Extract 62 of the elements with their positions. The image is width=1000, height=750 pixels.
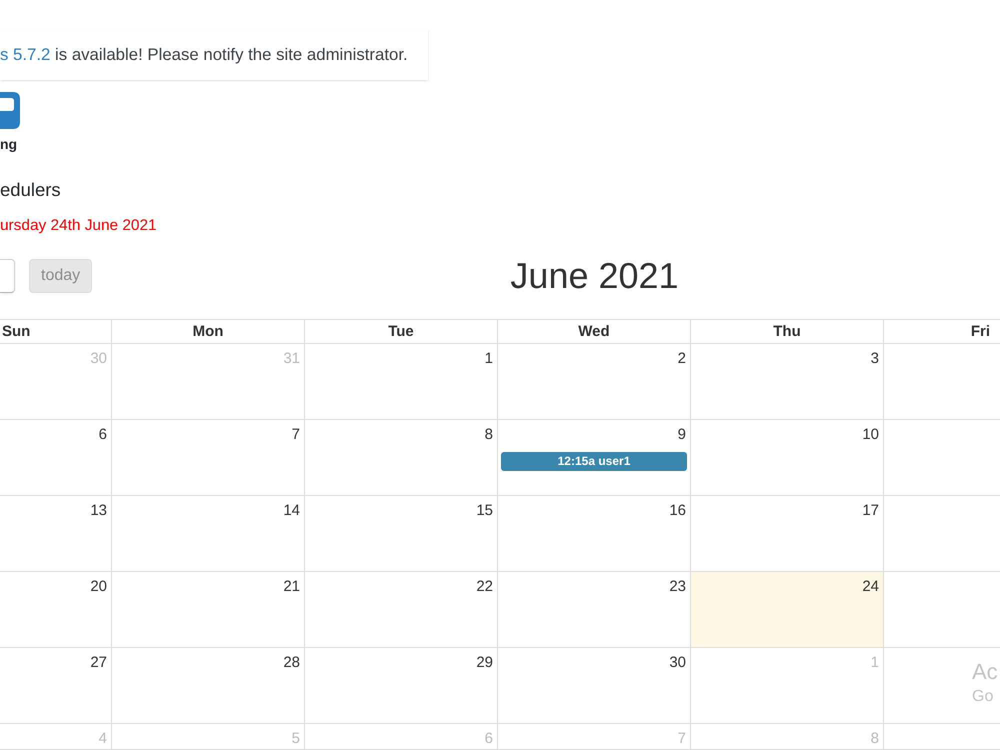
day-cell[interactable]: 29: [305, 648, 498, 724]
day-number: 8: [484, 426, 493, 443]
day-number: 14: [283, 502, 300, 519]
day-cell[interactable]: 6: [0, 420, 112, 496]
day-number: 8: [870, 730, 879, 747]
day-number: 30: [669, 654, 686, 671]
day-cell[interactable]: 9 12:15a user1: [498, 420, 691, 496]
nav-button[interactable]: [0, 259, 15, 293]
day-cell[interactable]: 13: [0, 496, 112, 572]
day-cell[interactable]: 28: [112, 648, 305, 724]
page-heading: edulers: [0, 179, 61, 200]
day-cell[interactable]: 17: [691, 496, 884, 572]
day-cell[interactable]: 8: [305, 420, 498, 496]
update-link[interactable]: s 5.7.2: [0, 45, 50, 64]
day-number: 1: [484, 350, 493, 367]
day-number: 31: [283, 350, 300, 367]
day-number: 5: [292, 730, 300, 747]
day-number: 20: [90, 578, 107, 595]
day-cell[interactable]: 15: [305, 496, 498, 572]
day-number: 1: [870, 654, 879, 671]
logo-caption: ng: [0, 136, 18, 152]
day-number: 23: [669, 578, 686, 595]
day-cell[interactable]: 24: [691, 572, 884, 648]
day-cell[interactable]: 2: [498, 344, 691, 420]
day-number: 6: [98, 426, 107, 443]
day-cell[interactable]: 21: [112, 572, 305, 648]
activation-subtitle: Go: [972, 687, 994, 707]
day-cell[interactable]: 1: [305, 344, 498, 420]
day-cell[interactable]: 20: [0, 572, 112, 648]
calendar-title: June 2021: [510, 256, 679, 296]
day-number: 28: [283, 654, 300, 671]
calendar-event[interactable]: 12:15a user1: [501, 452, 687, 471]
day-cell[interactable]: 23: [498, 572, 691, 648]
current-date: ursday 24th June 2021: [0, 217, 157, 234]
day-number: 10: [862, 426, 879, 443]
day-cell[interactable]: 16: [498, 496, 691, 572]
day-number: 13: [90, 502, 107, 519]
day-number: 29: [476, 654, 493, 671]
day-number: 17: [862, 502, 879, 519]
day-number: 7: [292, 426, 300, 443]
day-number: 9: [678, 426, 686, 443]
activation-title: Ac: [972, 658, 998, 686]
day-cell[interactable]: 22: [305, 572, 498, 648]
day-cell[interactable]: 7: [112, 420, 305, 496]
day-number: 22: [476, 578, 493, 595]
day-number: 15: [476, 502, 493, 519]
day-number: 2: [678, 350, 686, 367]
day-number: 3: [870, 350, 879, 367]
day-number: 16: [669, 502, 686, 519]
notice-text: s 5.7.2 is available! Please notify the site administrator.: [0, 45, 408, 65]
day-cell[interactable]: 14: [112, 496, 305, 572]
day-cell[interactable]: 27: [0, 648, 112, 724]
day-number: 21: [283, 578, 300, 595]
day-number: 7: [678, 730, 686, 747]
day-number: 27: [90, 654, 107, 671]
day-cell[interactable]: 30: [498, 648, 691, 724]
day-cell[interactable]: 10: [691, 420, 884, 496]
day-number: 30: [90, 350, 107, 367]
day-number: 24: [862, 578, 879, 595]
day-number: 4: [98, 730, 107, 747]
day-number: 6: [484, 730, 493, 747]
day-cell[interactable]: 3: [691, 344, 884, 420]
